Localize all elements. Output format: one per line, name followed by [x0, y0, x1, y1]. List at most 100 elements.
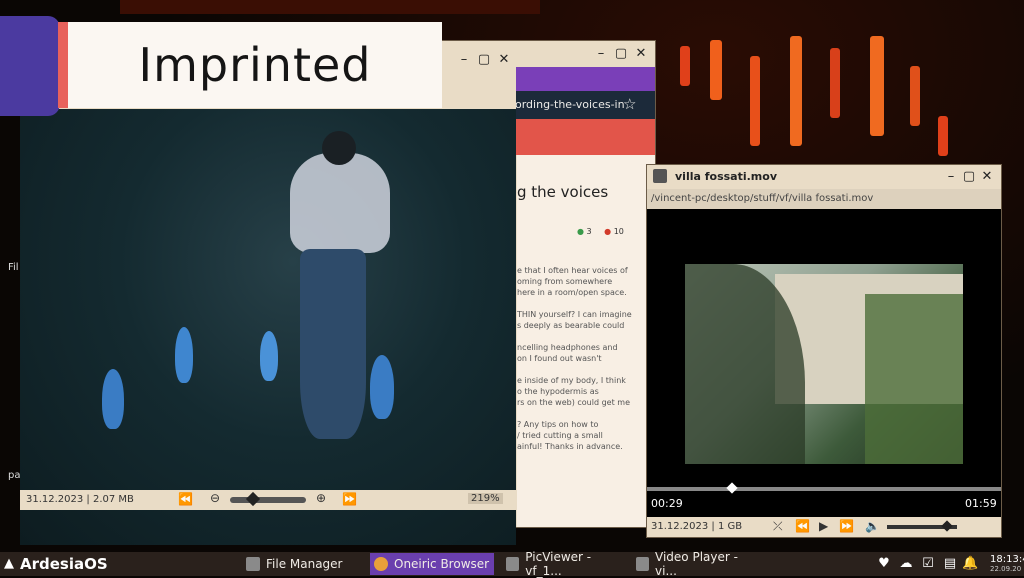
clipboard-icon[interactable]: ▤	[942, 556, 958, 571]
video-titlebar[interactable]: villa fossati.mov – ▢ ✕	[647, 165, 1001, 189]
address-text[interactable]: ording-the-voices-in	[515, 98, 625, 111]
post-line: THIN yourself? I can imagine	[517, 310, 632, 319]
maximize-icon[interactable]: ▢	[613, 46, 629, 61]
title-accent-purple	[0, 16, 60, 116]
volume-slider[interactable]	[887, 520, 957, 532]
picviewer-window: – ▢ ✕	[20, 52, 516, 545]
os-logo-icon[interactable]: ▲	[4, 556, 14, 571]
post-body: e that I often hear voices of oming from …	[517, 265, 655, 452]
video-app-icon	[653, 169, 667, 183]
taskbar-item-picviewer[interactable]: PicViewer - vf_1...	[502, 550, 626, 578]
close-icon[interactable]: ✕	[633, 46, 649, 61]
page-heading: g the voices	[517, 183, 609, 201]
post-line: ? Any tips on how to	[517, 420, 599, 429]
post-line: oming from somewhere	[517, 277, 613, 286]
taskbar-item-browser[interactable]: Oneiric Browser	[370, 553, 494, 575]
loop-icon[interactable]: ⤫	[773, 519, 783, 534]
picviewer-icon	[506, 557, 520, 571]
post-line: / tried cutting a small	[517, 431, 603, 440]
post-line: e that I often hear voices of	[517, 266, 628, 275]
wallpaper-glow-top	[120, 0, 540, 14]
post-line: o the hypodermis as	[517, 387, 599, 396]
downvote-icon[interactable]: ●	[604, 227, 611, 236]
title-text: Imprinted	[138, 38, 372, 92]
file-manager-icon	[246, 557, 260, 571]
zoom-slider-thumb[interactable]	[245, 491, 260, 507]
play-icon[interactable]: ▶	[819, 519, 828, 533]
zoom-level: 219%	[468, 493, 503, 504]
video-frame[interactable]	[685, 264, 963, 464]
figure-skirt	[300, 249, 366, 439]
file-info: 31.12.2023 | 1 GB	[651, 521, 743, 532]
desktop: { "title_card": {"text": "Imprinted"}, "…	[0, 0, 1024, 578]
taskbar-item-label: File Manager	[266, 557, 343, 571]
post-line	[517, 408, 655, 419]
upvote-icon[interactable]: ●	[577, 227, 584, 236]
zoom-in-icon[interactable]: ⊕	[316, 491, 326, 505]
seek-bar[interactable]	[647, 482, 1001, 494]
post-line: s deeply as bearable could	[517, 321, 625, 330]
close-icon[interactable]: ✕	[979, 169, 995, 184]
ivy	[865, 294, 963, 464]
time-current: 00:29	[651, 497, 683, 510]
video-player-icon	[636, 557, 650, 571]
fast-forward-icon[interactable]: ⏩	[839, 519, 854, 533]
maximize-icon[interactable]: ▢	[476, 52, 492, 67]
page-content: g the voices ● 3 ● 10 e that I often hea…	[517, 155, 655, 527]
post-line	[517, 364, 655, 375]
bookmark-star-icon[interactable]: ☆	[623, 95, 636, 113]
previous-icon[interactable]: ⏪	[178, 492, 193, 506]
title-accent-red	[58, 22, 68, 108]
zoom-slider[interactable]	[230, 491, 306, 507]
zoom-out-icon[interactable]: ⊖	[210, 491, 220, 505]
notification-bell-icon[interactable]: 🔔	[962, 556, 978, 571]
os-name[interactable]: ArdesiaOS	[20, 555, 108, 573]
post-line	[517, 298, 655, 309]
blue-flame	[175, 327, 193, 383]
next-icon[interactable]: ⏩	[342, 492, 357, 506]
blue-flame	[102, 369, 124, 429]
photo-canvas[interactable]	[20, 109, 516, 545]
checklist-icon[interactable]: ☑	[920, 556, 936, 571]
video-title: villa fossati.mov	[675, 170, 777, 183]
browser-icon	[374, 557, 388, 571]
file-path: /vincent-pc/desktop/stuff/vf/villa fossa…	[651, 193, 874, 204]
blue-flame	[370, 355, 394, 419]
desktop-label[interactable]: pa	[8, 470, 20, 481]
close-icon[interactable]: ✕	[496, 52, 512, 67]
minimize-icon[interactable]: –	[456, 52, 472, 67]
downvote-count: 10	[613, 227, 624, 236]
rewind-icon[interactable]: ⏪	[795, 519, 810, 533]
post-line: ncelling headphones and	[517, 343, 618, 352]
clock-time[interactable]: 18:13:4	[990, 554, 1024, 565]
file-path-bar: /vincent-pc/desktop/stuff/vf/villa fossa…	[647, 189, 1001, 209]
taskbar-item-label: Video Player - vi...	[655, 550, 738, 578]
taskbar-item-label: Oneiric Browser	[394, 557, 490, 571]
post-line: here in a room/open space.	[517, 288, 627, 297]
upvote-count: 3	[586, 227, 592, 236]
volume-thumb[interactable]	[940, 520, 953, 532]
title-card: Imprinted	[68, 22, 442, 108]
taskbar-item-video-player[interactable]: Video Player - vi...	[632, 550, 756, 578]
minimize-icon[interactable]: –	[943, 169, 959, 184]
figure-shawl	[290, 153, 390, 253]
seek-thumb[interactable]	[726, 482, 738, 494]
time-total: 01:59	[965, 497, 997, 510]
maximize-icon[interactable]: ▢	[961, 169, 977, 184]
post-line: e inside of my body, I think	[517, 376, 626, 385]
cloud-icon[interactable]: ☁	[898, 556, 914, 571]
taskbar-item-file-manager[interactable]: File Manager	[242, 553, 366, 575]
taskbar-item-label: PicViewer - vf_1...	[525, 550, 592, 578]
clock-date[interactable]: 22.09.20	[990, 565, 1021, 573]
desktop-label[interactable]: Fil	[8, 262, 19, 273]
video-player-window: villa fossati.mov – ▢ ✕ /vincent-pc/desk…	[646, 164, 1002, 538]
favorites-icon[interactable]: ♥	[876, 556, 892, 571]
post-line: rs on the web) could get me	[517, 398, 630, 407]
blue-flame	[260, 331, 278, 381]
post-line: on I found out wasn't	[517, 354, 602, 363]
volume-icon[interactable]: 🔈	[865, 519, 880, 533]
post-line	[517, 331, 655, 342]
figure-head	[322, 131, 356, 165]
video-statusbar: 31.12.2023 | 1 GB ⤫ ⏪ ▶ ⏩ 🔈	[647, 517, 1001, 537]
minimize-icon[interactable]: –	[593, 46, 609, 61]
